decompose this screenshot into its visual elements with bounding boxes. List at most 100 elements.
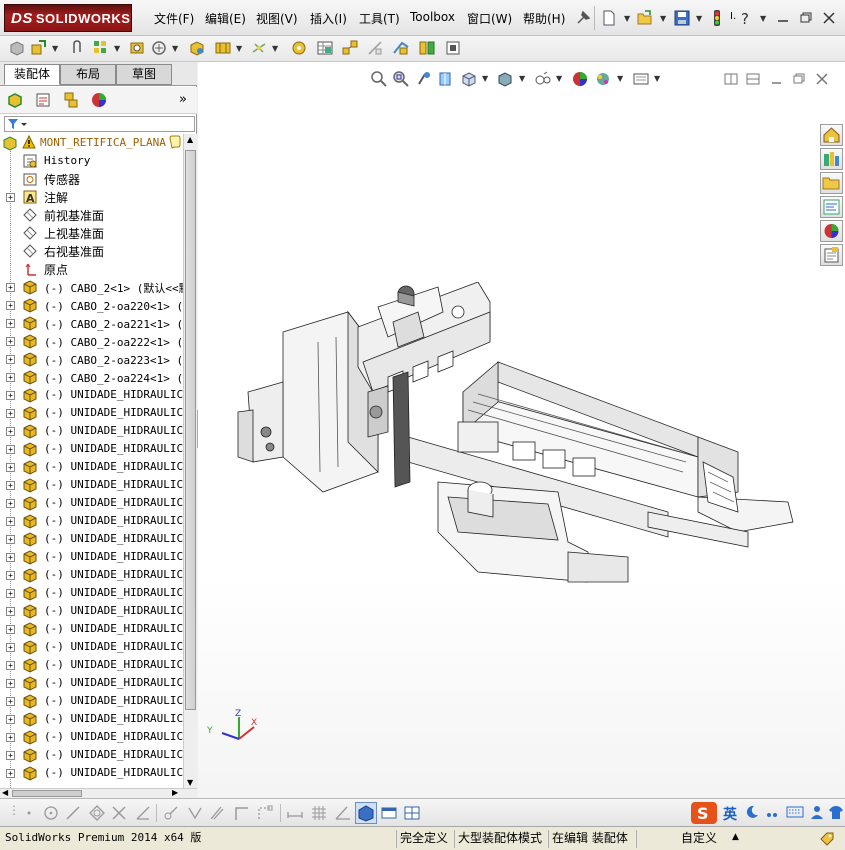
expand-toggle-icon[interactable]: + [6,193,15,202]
extend-icon[interactable] [186,804,204,822]
split-horizontal-icon[interactable] [744,70,762,88]
tree-item[interactable]: + (-) CABO_2-oa221<1> (默 [0,314,183,332]
expand-toggle-icon[interactable]: + [6,589,15,598]
close-icon[interactable] [820,9,838,27]
zoom-to-area-icon[interactable] [392,70,410,88]
expand-toggle-icon[interactable]: + [6,337,15,346]
rebuild-traffic-light-icon[interactable] [708,9,726,27]
single-view-icon[interactable] [380,804,398,822]
interference-detection-icon[interactable] [392,39,410,57]
new-document-icon[interactable] [600,9,618,27]
expand-toggle-icon[interactable]: + [6,391,15,400]
tree-item[interactable]: + (-) UNIDADE_HIDRAULICA_ [0,404,183,422]
mate-icon[interactable] [30,39,48,57]
expand-toggle-icon[interactable]: + [6,679,15,688]
help-icon[interactable]: ? [738,9,756,27]
view-settings-icon[interactable] [632,70,650,88]
expand-toggle-icon[interactable]: + [6,319,15,328]
pattern-dropdown-icon[interactable]: ▼ [114,44,120,53]
tree-item[interactable]: + (-) UNIDADE_HIDRAULICA_ [0,494,183,512]
paperclip-icon[interactable] [68,39,86,57]
menu-window[interactable]: 窗口(W) [465,10,514,27]
tree-item[interactable]: 传感器 [0,170,183,188]
tree-item[interactable]: 前视基准面 [0,206,183,224]
expand-toggle-icon[interactable]: + [6,553,15,562]
cross-icon[interactable] [110,804,128,822]
task-pane-file-explorer[interactable] [820,172,843,194]
graphics-area[interactable]: ▼ ▼ ▼ ▼ ▼ Z X Y [198,62,845,798]
tree-item[interactable]: + (-) UNIDADE_HIDRAULICA_ [0,656,183,674]
task-pane-view-palette[interactable] [820,196,843,218]
tree-item[interactable]: + (-) UNIDADE_HIDRAULICA_ [0,674,183,692]
tree-item[interactable]: + (-) UNIDADE_HIDRAULICA_ [0,440,183,458]
expand-panel-icon[interactable]: » [179,92,187,107]
expand-toggle-icon[interactable]: + [6,445,15,454]
open-folder-icon[interactable] [636,9,654,27]
expand-toggle-icon[interactable]: + [6,715,15,724]
view-settings-dropdown-icon[interactable]: ▼ [654,74,660,83]
grinding-machine-model[interactable] [228,282,808,632]
rebuild-tag-icon[interactable] [818,830,836,848]
clearance-verification-icon[interactable] [418,39,436,57]
menu-file[interactable]: 文件(F) [152,10,196,27]
tree-item[interactable]: + (-) UNIDADE_HIDRAULICA_ [0,512,183,530]
display-style-dropdown-icon[interactable]: ▼ [519,74,525,83]
tab-assembly[interactable]: 装配体 [4,64,60,85]
task-pane-design-library[interactable] [820,148,843,170]
tree-item[interactable]: + (-) UNIDADE_HIDRAULICA_ [0,584,183,602]
tree-item[interactable]: + (-) UNIDADE_HIDRAULICA_ [0,386,183,404]
feature-manager-tree-icon[interactable] [6,91,24,109]
expand-toggle-icon[interactable]: + [6,463,15,472]
assembly-features-dropdown-icon[interactable]: ▼ [236,44,242,53]
tree-item[interactable]: + (-) UNIDADE_HIDRAULICA_ [0,746,183,764]
tree-scroll-thumb[interactable] [185,150,196,710]
display-manager-icon[interactable] [90,91,108,109]
menu-help[interactable]: 帮助(H) [521,10,567,27]
units-dropdown-icon[interactable]: ▲ [732,832,739,842]
circle-center-icon[interactable] [42,804,60,822]
tree-item[interactable]: 原点 [0,260,183,278]
line-icon[interactable] [64,804,82,822]
sogou-logo-icon[interactable]: S [690,801,718,825]
menu-toolbox[interactable]: Toolbox [408,10,457,24]
instant3d-icon[interactable] [444,39,462,57]
four-view-icon[interactable] [403,804,421,822]
expand-toggle-icon[interactable]: + [6,643,15,652]
solidworks-logo[interactable]: DS SOLIDWORKS [4,4,132,32]
offset-icon[interactable] [208,804,226,822]
new-dropdown-icon[interactable]: ▼ [624,14,630,23]
document-minimize-icon[interactable] [768,70,786,88]
hide-show-dropdown-icon[interactable]: ▼ [556,74,562,83]
tree-item[interactable]: 上视基准面 [0,224,183,242]
shirt-icon[interactable] [828,804,844,820]
save-dropdown-icon[interactable]: ▼ [696,14,702,23]
ime-mode-label[interactable]: 英 [723,804,737,824]
smart-fastener-icon[interactable] [128,39,146,57]
previous-view-icon[interactable] [415,70,433,88]
tree-vertical-scrollbar[interactable]: ▲ ▼ [183,134,197,788]
expand-toggle-icon[interactable]: + [6,571,15,580]
scroll-right-icon[interactable]: ▶ [172,788,178,797]
help-dropdown-icon[interactable]: ▼ [760,14,766,23]
punctuation-icon[interactable] [764,804,780,820]
tree-item[interactable]: + (-) CABO_2<1> (默认<<默 [0,278,183,296]
expand-toggle-icon[interactable]: + [6,625,15,634]
polygon-icon[interactable] [88,804,106,822]
sketch-relation-icon[interactable] [256,804,274,822]
expand-toggle-icon[interactable]: + [6,517,15,526]
move-component-icon[interactable] [150,39,168,57]
expand-toggle-icon[interactable]: + [6,535,15,544]
reference-geometry-icon[interactable] [250,39,268,57]
expand-toggle-icon[interactable]: + [6,409,15,418]
pattern-icon[interactable] [92,39,110,57]
keyboard-icon[interactable] [786,804,804,820]
tree-item[interactable]: + A 注解 [0,188,183,206]
task-pane-home[interactable] [820,124,843,146]
tree-item[interactable]: History [0,152,183,170]
restore-icon[interactable] [797,9,815,27]
tree-item[interactable]: + (-) UNIDADE_HIDRAULICA_ [0,530,183,548]
expand-toggle-icon[interactable]: + [6,751,15,760]
tab-sketch[interactable]: 草图 [116,64,172,85]
tree-item[interactable]: + (-) CABO_2-oa220<1> (默 [0,296,183,314]
tree-item[interactable]: + (-) UNIDADE_HIDRAULICA_ [0,638,183,656]
